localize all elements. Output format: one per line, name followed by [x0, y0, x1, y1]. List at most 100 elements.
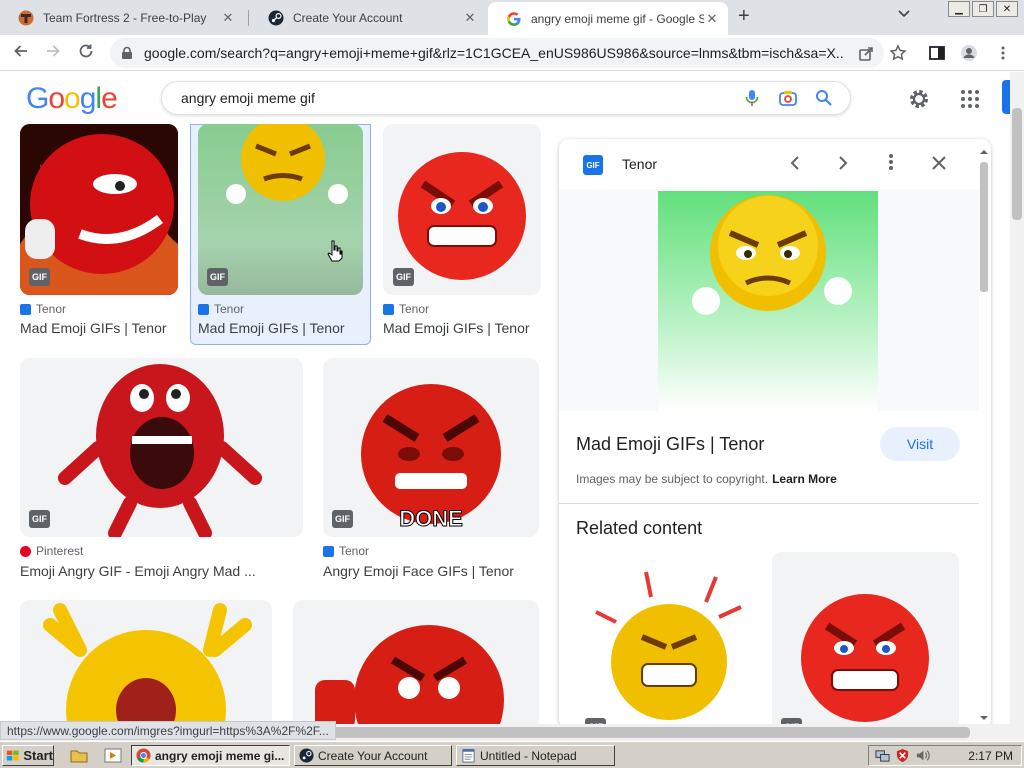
url-host: google.com: [144, 45, 217, 61]
tab-title: Team Fortress 2 - Free-to-Play: [43, 10, 207, 25]
google-icon: [507, 11, 521, 26]
result-thumbnail[interactable]: [20, 600, 272, 724]
image-result[interactable]: GIF Tenor Mad Emoji GIFs | Tenor: [0, 124, 190, 344]
logo-letter: o: [48, 82, 65, 115]
result-thumbnail[interactable]: GIF: [383, 124, 541, 295]
preview-title[interactable]: Mad Emoji GIFs | Tenor: [576, 434, 764, 455]
minimize-icon[interactable]: ▁: [948, 1, 970, 17]
result-title[interactable]: Mad Emoji GIFs | Tenor: [198, 320, 345, 336]
kebab-menu-icon[interactable]: [994, 44, 1012, 62]
windows-logo-icon: [6, 750, 19, 760]
search-box[interactable]: angry emoji meme gif: [161, 81, 851, 115]
source-name: Tenor: [339, 544, 370, 558]
forward-arrow-icon[interactable]: [42, 42, 64, 64]
new-tab-button[interactable]: +: [738, 5, 750, 28]
tf2-icon: [18, 10, 34, 25]
result-title[interactable]: Angry Emoji Face GIFs | Tenor: [323, 563, 514, 579]
related-thumbnail[interactable]: GIF: [772, 552, 959, 729]
result-source[interactable]: Tenor: [383, 302, 429, 316]
bookmark-star-icon[interactable]: [889, 44, 907, 62]
result-thumbnail[interactable]: GIF: [20, 358, 303, 537]
close-tab-icon[interactable]: ✕: [704, 11, 720, 27]
pointing-angry-face-image: [315, 625, 504, 724]
close-panel-icon[interactable]: [927, 153, 951, 177]
reload-icon[interactable]: [75, 42, 97, 64]
microphone-icon[interactable]: [742, 88, 762, 108]
result-source[interactable]: Tenor: [323, 544, 369, 558]
volume-icon[interactable]: [915, 748, 930, 763]
page-vertical-scrollbar[interactable]: [1010, 72, 1024, 724]
more-options-icon[interactable]: [879, 153, 903, 177]
google-logo[interactable]: Google: [26, 82, 118, 116]
result-source[interactable]: Pinterest: [20, 544, 83, 558]
settings-gear-icon[interactable]: [908, 88, 930, 110]
start-label: Start: [23, 748, 53, 763]
lens-camera-icon[interactable]: [778, 88, 798, 108]
result-thumbnail[interactable]: GIF: [20, 124, 178, 295]
start-button[interactable]: Start: [2, 745, 54, 766]
tab-create-account[interactable]: Create Your Account ✕: [250, 0, 486, 35]
taskbar-button-chrome[interactable]: angry emoji meme gi...: [131, 745, 290, 766]
gif-badge: GIF: [29, 268, 50, 286]
yellow-emoji-large-image: [692, 195, 852, 315]
image-result[interactable]: GIF Tenor Mad Emoji GIFs | Tenor: [376, 124, 546, 344]
tab-search-chevron-icon[interactable]: [898, 9, 910, 21]
scrollbar-thumb[interactable]: [1012, 108, 1022, 220]
sign-in-button-edge[interactable]: [1002, 80, 1010, 114]
taskbar-label: Untitled - Notepad: [480, 748, 577, 763]
panel-header: GIF Tenor: [559, 139, 979, 189]
panel-source[interactable]: Tenor: [622, 156, 657, 172]
profile-avatar-icon[interactable]: [960, 44, 978, 62]
network-icon[interactable]: [875, 748, 890, 763]
status-url-bubble: https://www.google.com/imgres?imgurl=htt…: [0, 721, 336, 740]
security-alert-icon[interactable]: [895, 748, 910, 763]
apps-grid-icon[interactable]: [959, 88, 981, 110]
previous-chevron-icon[interactable]: [783, 153, 807, 177]
tenor-icon: [383, 303, 394, 315]
steam-icon: [268, 10, 284, 25]
preview-image[interactable]: [658, 191, 878, 411]
image-result[interactable]: GIF Pinterest Emoji Angry GIF - Emoji An…: [0, 358, 310, 588]
result-title[interactable]: Mad Emoji GIFs | Tenor: [383, 320, 530, 336]
lock-icon: [122, 46, 132, 59]
tab-google-search[interactable]: angry emoji meme gif - Google S ✕: [488, 2, 728, 35]
result-source[interactable]: Tenor: [198, 302, 244, 316]
search-input[interactable]: angry emoji meme gif: [181, 90, 742, 106]
related-thumbnail[interactable]: GIF: [576, 552, 763, 729]
tab-title: angry emoji meme gif - Google S: [531, 11, 704, 26]
result-thumbnail[interactable]: [293, 600, 539, 724]
close-tab-icon[interactable]: ✕: [220, 10, 236, 26]
close-tab-icon[interactable]: ✕: [462, 10, 478, 26]
result-source[interactable]: Tenor: [20, 302, 66, 316]
next-chevron-icon[interactable]: [831, 153, 855, 177]
image-result[interactable]: DONE GIF Tenor Angry Emoji Face GIFs | T…: [310, 358, 550, 588]
tab-team-fortress[interactable]: Team Fortress 2 - Free-to-Play ✕: [0, 0, 244, 35]
visit-button[interactable]: Visit: [880, 427, 960, 461]
result-thumbnail[interactable]: GIF: [198, 124, 363, 295]
clock[interactable]: 2:17 PM: [968, 749, 1013, 763]
restore-icon[interactable]: ❐: [972, 1, 994, 17]
share-icon[interactable]: [857, 44, 875, 62]
result-title[interactable]: Mad Emoji GIFs | Tenor: [20, 320, 167, 336]
taskbar-button-steam[interactable]: Create Your Account: [294, 745, 452, 766]
back-arrow-icon[interactable]: [10, 42, 32, 64]
search-icon[interactable]: [814, 88, 834, 108]
done-angry-face-image: DONE: [361, 384, 501, 532]
learn-more-link[interactable]: Learn More: [772, 472, 837, 486]
crying-yellow-emoji-image: [43, 603, 252, 724]
tab-title: Create Your Account: [293, 10, 403, 25]
result-title[interactable]: Emoji Angry GIF - Emoji Angry Mad ...: [20, 563, 256, 579]
panel-scrollbar[interactable]: [978, 146, 990, 726]
tenor-icon: GIF: [583, 155, 603, 175]
tenor-icon: [198, 303, 209, 315]
taskbar-button-notepad[interactable]: Untitled - Notepad: [456, 745, 615, 766]
address-bar[interactable]: google.com/search?q=angry+emoji+meme+gif…: [110, 38, 884, 68]
source-name: Tenor: [36, 302, 67, 316]
result-thumbnail[interactable]: DONE GIF: [323, 358, 539, 537]
media-player-icon[interactable]: [104, 747, 122, 764]
side-panel-icon[interactable]: [928, 44, 946, 62]
window-close-icon[interactable]: ✕: [996, 1, 1018, 17]
image-result[interactable]: GIF Tenor Mad Emoji GIFs | Tenor: [190, 124, 371, 344]
folder-icon[interactable]: [70, 747, 88, 764]
source-name: Tenor: [214, 302, 245, 316]
